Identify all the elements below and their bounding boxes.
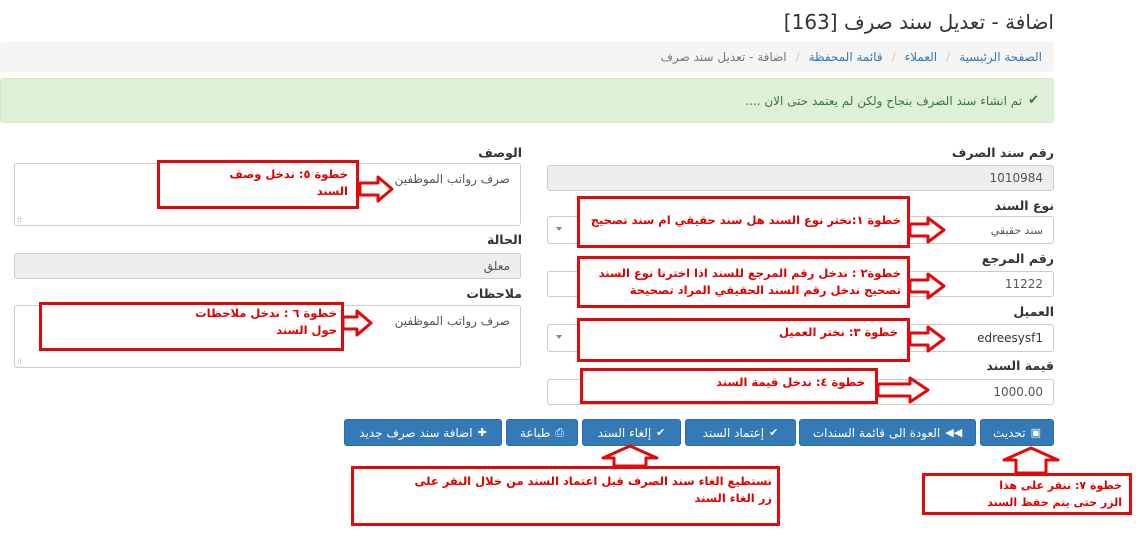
- back-to-vouchers-button[interactable]: ◀◀ العودة الى قائمة السندات: [799, 419, 976, 446]
- status-field: معلق: [14, 253, 521, 279]
- annotation-cancel-line1: نستطيع الغاء سند الصرف قبل اعتماد السند …: [414, 474, 772, 488]
- approve-button[interactable]: ✔ إعتماد السند: [685, 419, 796, 446]
- breadcrumb-separator: /: [946, 50, 951, 64]
- arrow-up-icon: [1002, 446, 1060, 475]
- page-title: اضافة - تعديل سند صرف [163]: [783, 10, 1054, 34]
- check-icon: ✔: [769, 426, 779, 439]
- success-alert: ✔ تم انشاء سند الصرف بنجاح ولكن لم يعتمد…: [0, 78, 1054, 123]
- client-label: العميل: [1013, 304, 1054, 319]
- save-icon: ▣: [1030, 426, 1041, 439]
- update-button-label: تحديث: [993, 425, 1026, 440]
- fast-backward-icon: ◀◀: [945, 426, 963, 439]
- annotation-step7: خطوة ٧: ننقر على هذا الزر حتى يتم حفظ ال…: [987, 477, 1122, 511]
- breadcrumb-separator: /: [891, 50, 896, 64]
- annotation-step7-line2: الزر حتى يتم حفظ السند: [987, 496, 1122, 509]
- print-button[interactable]: ⎙ طباعة: [506, 419, 578, 446]
- status-label: الحالة: [487, 232, 522, 247]
- breadcrumb-current: اضافة - تعديل سند صرف: [660, 50, 787, 64]
- voucher-number-label: رقم سند الصرف: [951, 145, 1054, 160]
- description-label: الوصف: [478, 145, 522, 160]
- voucher-type-label: نوع السند: [994, 198, 1054, 213]
- arrow-up-icon: [601, 444, 659, 468]
- resize-handle-icon[interactable]: ⁞⁞: [17, 215, 22, 224]
- annotation-step5-line1: خطوة ٥: ندخل وصف: [229, 167, 348, 181]
- alert-text: تم انشاء سند الصرف بنجاح ولكن لم يعتمد ح…: [745, 93, 1023, 108]
- annotation-step5: خطوة ٥: ندخل وصف السند: [229, 166, 348, 200]
- resize-handle-icon[interactable]: ⁞⁞: [17, 357, 22, 366]
- reference-number-label: رقم المرجع: [981, 251, 1054, 266]
- voucher-number-field: 1010984: [547, 165, 1054, 191]
- notes-value: صرف رواتب الموظفين: [394, 314, 510, 328]
- breadcrumb: الصفحة الرئيسية / العملاء / قائمة المحفظ…: [0, 42, 1054, 72]
- chevron-down-icon: [556, 227, 562, 231]
- amount-label: قيمة السند: [986, 358, 1054, 373]
- cancel-button-label: إلغاء السند: [597, 425, 652, 440]
- add-new-button-label: اضافة سند صرف جديد: [359, 425, 473, 440]
- client-value: edreesysf1: [977, 331, 1043, 345]
- annotation-step1: خطوة ١:نختر نوع السند هل سند حقيقي ام سن…: [590, 213, 901, 227]
- annotation-step2-line1: خطوة٢ : ندخل رقم المرجع للسند اذا اخترنا…: [598, 266, 901, 280]
- annotation-step2-line2: تصحيح ندخل رقم السند الحقيقي المراد تصحي…: [629, 283, 901, 297]
- approve-button-label: إعتماد السند: [702, 425, 765, 440]
- annotation-cancel-note: نستطيع الغاء سند الصرف قبل اعتماد السند …: [415, 473, 772, 507]
- annotation-step6: خطوة ٦ : ندخل ملاحظات حول السند: [195, 305, 337, 339]
- chevron-down-icon: [556, 335, 562, 339]
- update-button[interactable]: ▣ تحديث: [980, 419, 1054, 446]
- breadcrumb-home[interactable]: الصفحة الرئيسية: [959, 50, 1042, 64]
- check-icon: ✔: [1028, 93, 1039, 108]
- back-button-label: العودة الى قائمة السندات: [812, 425, 941, 440]
- breadcrumb-separator: /: [795, 50, 800, 64]
- annotation-cancel-line2: زر الغاء السند: [694, 491, 773, 505]
- check-icon: ✔: [656, 426, 666, 439]
- annotation-step2: خطوة٢ : ندخل رقم المرجع للسند اذا اخترنا…: [599, 265, 901, 299]
- description-value: صرف رواتب الموظفين: [394, 172, 510, 186]
- voucher-type-value: سند حقيقي: [990, 223, 1043, 237]
- annotation-step5-line2: السند: [316, 184, 348, 198]
- breadcrumb-wallet-list[interactable]: قائمة المحفظة: [809, 50, 883, 64]
- annotation-step7-line1: خطوة ٧: ننقر على هذا: [999, 479, 1122, 492]
- breadcrumb-clients[interactable]: العملاء: [905, 50, 938, 64]
- annotation-step4: خطوة ٤: ندخل قيمة السند: [716, 375, 865, 389]
- cancel-voucher-button[interactable]: ✔ إلغاء السند: [582, 419, 681, 446]
- annotation-step3: خطوة ٣: نختر العميل: [778, 325, 898, 339]
- add-new-voucher-button[interactable]: ✚ اضافة سند صرف جديد: [344, 419, 502, 446]
- print-icon: ⎙: [555, 425, 565, 439]
- annotation-step6-line2: حول السند: [276, 323, 337, 337]
- notes-label: ملاحظات: [466, 286, 522, 301]
- print-button-label: طباعة: [519, 425, 551, 440]
- plus-icon: ✚: [477, 426, 487, 439]
- annotation-step6-line1: خطوة ٦ : ندخل ملاحظات: [195, 306, 337, 320]
